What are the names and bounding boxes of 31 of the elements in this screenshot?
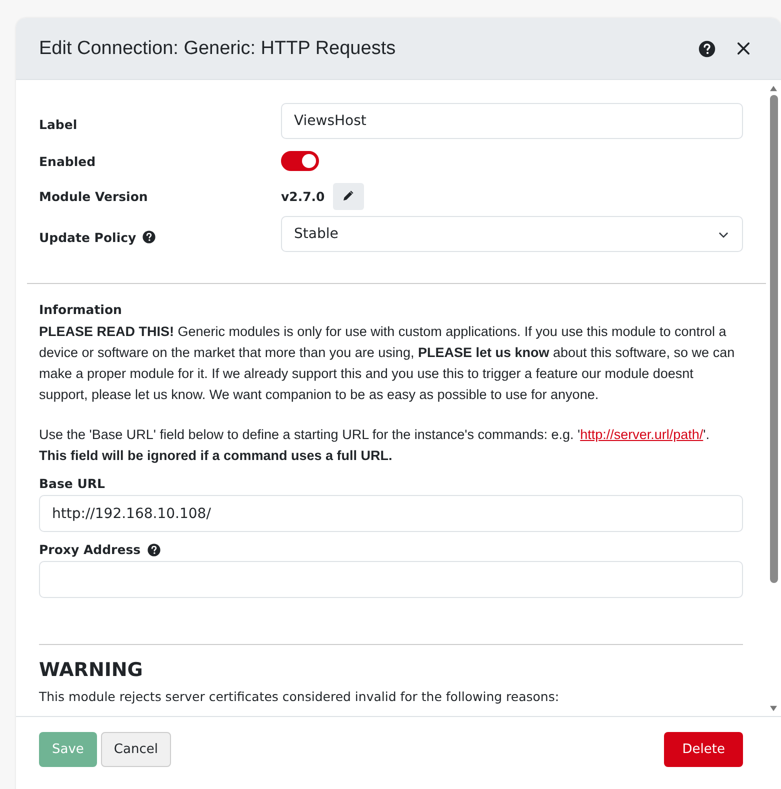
base-url-note: This field will be ignored if a command uses a full URL.: [39, 447, 394, 465]
scroll-down-icon[interactable]: [769, 705, 778, 712]
field-label: Enabled: [39, 154, 96, 168]
close-icon[interactable]: [735, 40, 752, 57]
field-label: Update Policy: [39, 230, 136, 244]
field-label: Module Version: [39, 188, 148, 204]
scrollbar-thumb[interactable]: [770, 95, 778, 583]
help-icon[interactable]: [698, 40, 716, 58]
text-input[interactable]: http://192.168.10.108/: [39, 495, 743, 532]
help-icon[interactable]: [142, 230, 156, 244]
warning-heading: WARNING: [39, 659, 144, 681]
enabled-toggle[interactable]: [281, 151, 319, 171]
window-title: Edit Connection: Generic: HTTP Requests: [39, 38, 397, 60]
version-text: v2.7.0: [281, 188, 325, 204]
base-url-hint: Use the 'Base URL' field below to define a starting URL for the instance's commands: e.g. 'http://server.url/path/'.: [39, 426, 710, 444]
label-input[interactable]: ViewsHost: [281, 103, 743, 139]
help-icon[interactable]: [146, 542, 161, 556]
text-input[interactable]: [39, 561, 743, 598]
example-url-link[interactable]: http://server.url/path/: [580, 427, 704, 442]
information-paragraph: PLEASE READ THIS! Generic modules is only for use with custom applications. If you use this module to control a device or software on the market that more than you are using, PLEASE let us know about this software, so we can make a proper module for it. If we already support this and you use this to trigger a feature our module doesnt support, please let us know. We want companion to be as easy as possible to use for anyone.: [39, 323, 736, 404]
warning-text: This module rejects server certificates considered invalid for the following reasons:: [39, 689, 560, 704]
cancel-button[interactable]: Cancel: [100, 732, 171, 767]
field-label: Base URL: [39, 476, 105, 491]
field-label: Proxy Address: [39, 542, 141, 557]
scroll-up-icon[interactable]: [769, 85, 778, 92]
delete-button[interactable]: Delete: [664, 732, 743, 767]
edit-version-button[interactable]: [332, 182, 364, 210]
field-label: Label: [39, 116, 78, 132]
update-policy-select[interactable]: Stable: [281, 216, 743, 252]
pencil-icon: [342, 190, 354, 202]
information-heading: Information: [39, 302, 123, 317]
